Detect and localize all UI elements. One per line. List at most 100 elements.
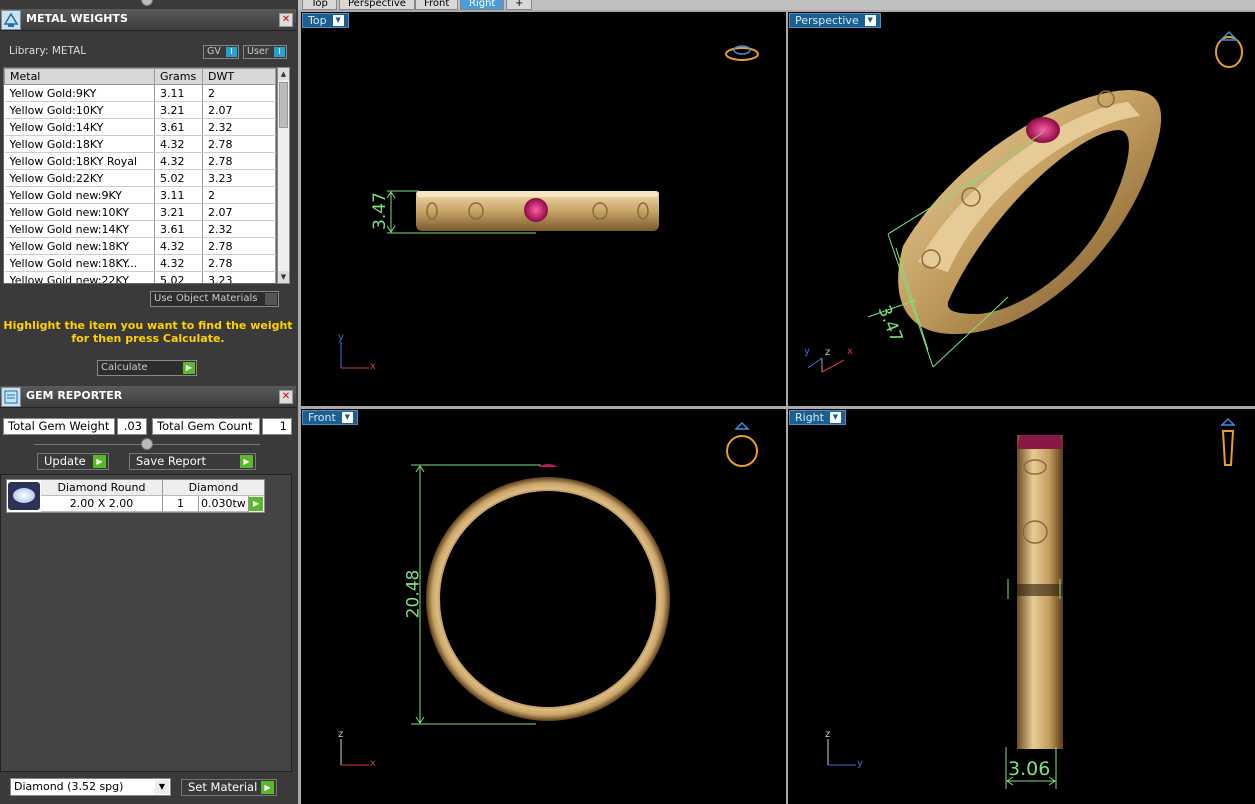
cell-metal: Yellow Gold:22KY [4,169,155,187]
table-row[interactable]: Yellow Gold new:18KY... 4.32 2.78 [4,254,276,272]
cell-dwt: 2.32 [202,220,276,238]
cell-metal: Yellow Gold new:18KY [4,237,155,255]
cell-metal: Yellow Gold:14KY [4,118,155,136]
close-icon[interactable]: ✕ [279,13,293,27]
table-row[interactable]: Yellow Gold new:14KY 3.61 2.32 [4,220,276,238]
table-row[interactable]: Yellow Gold new:22KY 5.02 3.23 [4,271,276,283]
cell-dwt: 2.78 [202,237,276,255]
cell-dwt: 2 [202,186,276,204]
cell-metal: Yellow Gold:18KY [4,135,155,153]
cell-grams: 5.02 [154,271,203,283]
cell-dwt: 2 [202,84,276,102]
gem-row[interactable]: Diamond Round Diamond 2.00 X 2.00 1 0.03… [6,479,265,513]
view-label-front[interactable]: Front ▼ [302,410,358,425]
cell-metal: Yellow Gold new:9KY [4,186,155,204]
axis-label-y: y [857,758,863,769]
col-dwt[interactable]: DWT [202,68,276,85]
panel-grip[interactable] [141,438,153,450]
view-label-perspective[interactable]: Perspective ▼ [789,13,881,28]
save-report-button[interactable]: Save Report ▶ [129,453,256,470]
hint-line-2: for then press Calculate. [71,332,225,345]
hint-line-1: Highlight the item you want to find the … [3,319,293,332]
gem-shape: Diamond Round [41,480,163,496]
cell-metal: Yellow Gold new:14KY [4,220,155,238]
right-view[interactable]: Right ▼ 3.06 z y [788,409,1255,804]
play-icon[interactable]: ▶ [249,497,263,511]
chevron-down-icon[interactable]: ▼ [341,412,353,423]
gem-material: Diamond [163,480,264,496]
cell-grams: 3.61 [154,118,203,136]
library-label: Library: METAL [9,45,87,57]
checkbox-icon [265,293,277,305]
user-toggle[interactable]: User I [243,45,287,59]
axis-label-z: z [825,347,831,358]
play-icon: ▶ [240,455,253,468]
table-row[interactable]: Yellow Gold:18KY Royal 4.32 2.78 [4,152,276,170]
ring-preview-icon [1220,417,1236,466]
gv-toggle[interactable]: GV I [203,45,239,59]
tab-top[interactable]: Top [302,0,337,10]
table-row[interactable]: Yellow Gold new:9KY 3.11 2 [4,186,276,204]
table-row[interactable]: Yellow Gold:14KY 3.61 2.32 [4,118,276,136]
top-view[interactable]: Top ▼ 3.47 y x [301,12,786,406]
table-scrollbar[interactable]: ▲ ▼ [277,67,290,284]
col-grams[interactable]: Grams [154,68,203,85]
table-row[interactable]: Yellow Gold new:10KY 3.21 2.07 [4,203,276,221]
material-select[interactable]: Diamond (3.52 spg) ▼ [10,778,171,796]
table-row[interactable]: Yellow Gold:9KY 3.11 2 [4,84,276,102]
cell-grams: 5.02 [154,169,203,187]
play-icon: ▶ [183,362,195,374]
cell-grams: 4.32 [154,152,203,170]
cell-dwt: 2.78 [202,135,276,153]
scroll-up-icon[interactable]: ▲ [278,68,289,80]
col-metal[interactable]: Metal [4,68,155,85]
tab-perspective[interactable]: Perspective [339,0,415,10]
diamond-round-icon [8,482,40,510]
set-material-label: Set Material [188,780,258,794]
use-object-materials-toggle[interactable]: Use Object Materials [150,291,279,307]
tab-right[interactable]: Right [460,0,505,10]
gem-weight: 0.030tw [199,496,249,512]
cell-dwt: 2.07 [202,101,276,119]
perspective-view[interactable]: Perspective ▼ 3.47 y z x [788,12,1255,406]
cell-grams: 3.11 [154,186,203,204]
add-tab-button[interactable]: + [506,0,533,10]
scroll-thumb[interactable] [279,82,288,128]
toggle-icon: I [274,47,285,57]
cell-grams: 3.11 [154,84,203,102]
cell-grams: 4.32 [154,237,203,255]
table-row[interactable]: Yellow Gold:22KY 5.02 3.23 [4,169,276,187]
axis-label-z: z [338,729,344,740]
tab-front[interactable]: Front [415,0,459,10]
total-gem-count-value: 1 [262,418,292,435]
cell-dwt: 2.07 [202,203,276,221]
cell-grams: 3.61 [154,220,203,238]
metal-weights-title: METAL WEIGHTS [26,12,128,25]
chevron-down-icon[interactable]: ▼ [864,15,876,26]
panel-grip[interactable] [141,0,153,6]
calculate-button[interactable]: Calculate ▶ [97,360,197,376]
table-row[interactable]: Yellow Gold:10KY 3.21 2.07 [4,101,276,119]
view-label-text: Front [308,411,336,424]
update-button[interactable]: Update ▶ [37,453,109,470]
material-select-value: Diamond (3.52 spg) [14,780,124,793]
ring-preview-icon [726,421,758,467]
axis-label-y: y [804,346,810,357]
dimension-label: 20.48 [403,569,424,619]
chevron-down-icon[interactable]: ▼ [332,15,344,26]
user-label: User [247,46,269,57]
table-row[interactable]: Yellow Gold new:18KY 4.32 2.78 [4,237,276,255]
set-material-button[interactable]: Set Material ▶ [181,779,277,796]
scroll-down-icon[interactable]: ▼ [278,271,289,283]
play-icon: ▶ [93,455,106,468]
front-view[interactable]: Front ▼ 20.48 z x [301,409,786,804]
table-row[interactable]: Yellow Gold:18KY 4.32 2.78 [4,135,276,153]
metal-table[interactable]: Metal Grams DWT Yellow Gold:9KY 3.11 2 Yell… [3,67,277,284]
total-gem-weight-value: .03 [117,418,147,435]
view-label-top[interactable]: Top ▼ [302,13,349,28]
close-icon[interactable]: ✕ [279,390,293,404]
cell-dwt: 3.23 [202,169,276,187]
chevron-down-icon[interactable]: ▼ [829,412,841,423]
viewport-area: Top Perspective Front Right + Top ▼ 3.47… [298,0,1255,804]
view-label-right[interactable]: Right ▼ [789,410,846,425]
